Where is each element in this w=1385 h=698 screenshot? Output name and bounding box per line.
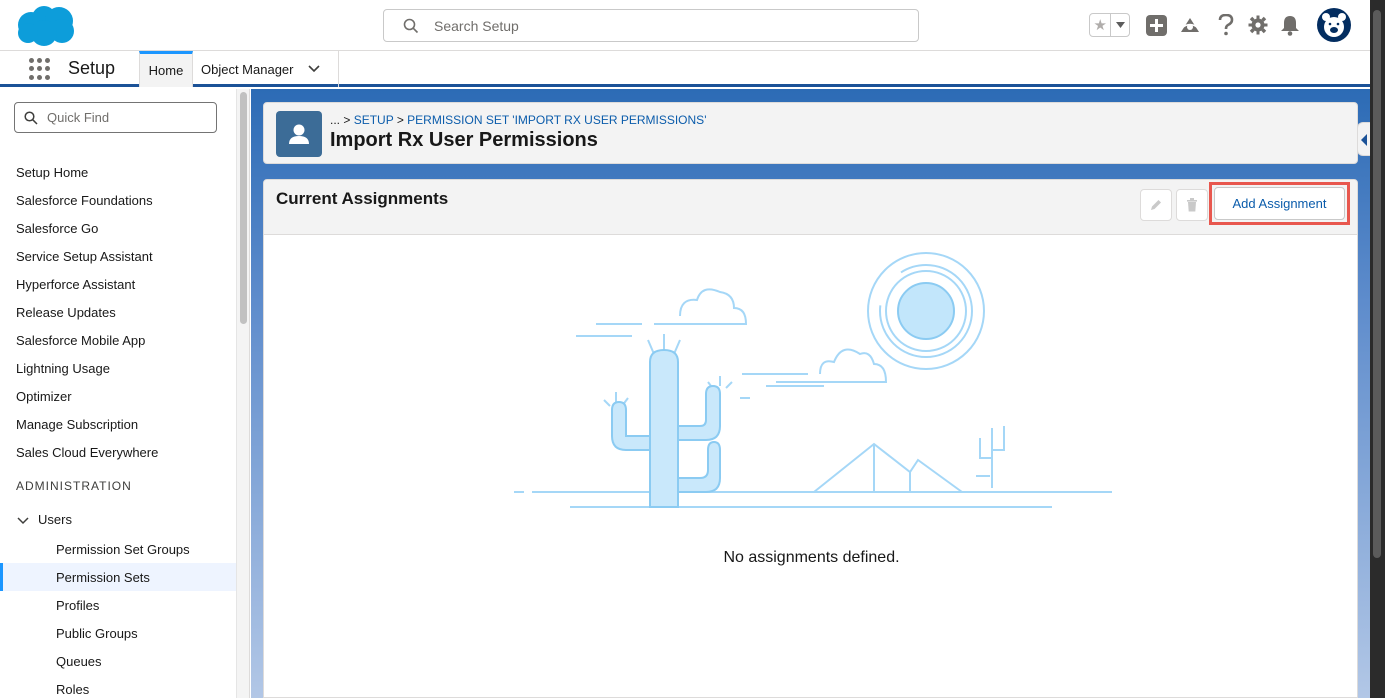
chevron-down-icon[interactable]	[307, 63, 321, 75]
tab-object-manager-label: Object Manager	[201, 61, 294, 77]
tab-object-manager[interactable]: Object Manager	[193, 51, 339, 87]
sidebar-item-sales-cloud-everywhere[interactable]: Sales Cloud Everywhere	[16, 445, 158, 460]
trailhead-icon[interactable]	[1178, 13, 1202, 37]
tab-home[interactable]: Home	[139, 51, 193, 87]
breadcrumb: ... > SETUP > PERMISSION SET 'IMPORT RX …	[330, 113, 706, 127]
current-assignments-card: Current Assignments Add Assignment No as…	[263, 179, 1358, 698]
salesforce-logo[interactable]	[14, 5, 76, 47]
page-header: ... > SETUP > PERMISSION SET 'IMPORT RX …	[263, 102, 1358, 164]
edit-button[interactable]	[1140, 189, 1172, 221]
sidebar-item-service-setup-assistant[interactable]: Service Setup Assistant	[16, 249, 153, 264]
sidebar-item-lightning-usage[interactable]: Lightning Usage	[16, 361, 110, 376]
scrollbar-thumb[interactable]	[1373, 10, 1381, 558]
sidebar-scrollbar-thumb[interactable]	[240, 92, 247, 324]
card-header: Current Assignments Add Assignment	[264, 180, 1357, 235]
help-icon[interactable]	[1214, 13, 1238, 37]
sidebar-item-permission-set-groups[interactable]: Permission Set Groups	[0, 535, 236, 563]
sidebar-item-release-updates[interactable]: Release Updates	[16, 305, 116, 320]
user-icon	[276, 111, 322, 157]
add-icon[interactable]	[1144, 13, 1168, 37]
context-bar: Setup Home Object Manager	[0, 51, 1370, 87]
gear-icon[interactable]	[1246, 13, 1270, 37]
sidebar-item-users[interactable]: Users	[16, 512, 72, 527]
sidebar-item-permission-sets[interactable]: Permission Sets	[0, 563, 236, 591]
breadcrumb-prefix: ... >	[330, 113, 354, 127]
app-name: Setup	[68, 58, 116, 78]
search-setup-input[interactable]	[434, 10, 904, 41]
avatar[interactable]	[1317, 8, 1351, 42]
search-icon	[403, 18, 419, 34]
sidebar-item-optimizer[interactable]: Optimizer	[16, 389, 72, 404]
sidebar-section-administration: ADMINISTRATION	[16, 479, 132, 493]
sidebar-item-public-groups[interactable]: Public Groups	[0, 619, 236, 647]
add-assignment-button[interactable]: Add Assignment	[1214, 187, 1345, 220]
search-setup-box[interactable]	[383, 9, 919, 42]
quick-find-box[interactable]	[14, 102, 217, 133]
favorites-button[interactable]: ★	[1089, 13, 1130, 37]
delete-button[interactable]	[1176, 189, 1208, 221]
sidebar-item-roles[interactable]: Roles	[0, 675, 236, 698]
window-scrollbar[interactable]	[1370, 0, 1385, 698]
sidebar-item-profiles[interactable]: Profiles	[0, 591, 236, 619]
breadcrumb-separator: >	[393, 113, 408, 127]
sidebar-item-salesforce-go[interactable]: Salesforce Go	[16, 221, 98, 236]
global-header: ★	[0, 0, 1370, 51]
empty-state-message: No assignments defined.	[723, 549, 900, 566]
breadcrumb-permission-set-link[interactable]: PERMISSION SET 'IMPORT RX USER PERMISSIO…	[407, 113, 706, 127]
chevron-left-icon	[1361, 134, 1367, 146]
sidebar-item-manage-subscription[interactable]: Manage Subscription	[16, 417, 138, 432]
search-icon	[24, 111, 38, 125]
chevron-down-icon[interactable]	[16, 513, 30, 527]
page-title: Import Rx User Permissions	[330, 129, 598, 151]
card-title: Current Assignments	[276, 189, 449, 208]
quick-find-input[interactable]	[47, 103, 212, 132]
sidebar-item-setup-home[interactable]: Setup Home	[16, 165, 88, 180]
app-launcher-icon[interactable]	[29, 58, 51, 80]
sidebar-scrollbar[interactable]	[236, 89, 249, 698]
pencil-icon	[1151, 200, 1161, 210]
chevron-down-icon[interactable]	[1111, 14, 1129, 36]
panel-collapse-handle[interactable]	[1357, 122, 1370, 156]
desert-illustration	[514, 252, 1112, 508]
star-icon[interactable]: ★	[1090, 14, 1112, 36]
sidebar-item-users-label: Users	[38, 512, 72, 527]
sidebar-item-queues[interactable]: Queues	[0, 647, 236, 675]
sidebar-item-salesforce-foundations[interactable]: Salesforce Foundations	[16, 193, 153, 208]
sidebar-item-hyperforce-assistant[interactable]: Hyperforce Assistant	[16, 277, 135, 292]
trash-icon	[1187, 198, 1197, 212]
bell-icon[interactable]	[1278, 13, 1302, 37]
setup-sidebar: Setup Home Salesforce Foundations Salesf…	[0, 89, 250, 698]
sidebar-item-salesforce-mobile-app[interactable]: Salesforce Mobile App	[16, 333, 145, 348]
breadcrumb-setup-link[interactable]: SETUP	[354, 113, 394, 127]
